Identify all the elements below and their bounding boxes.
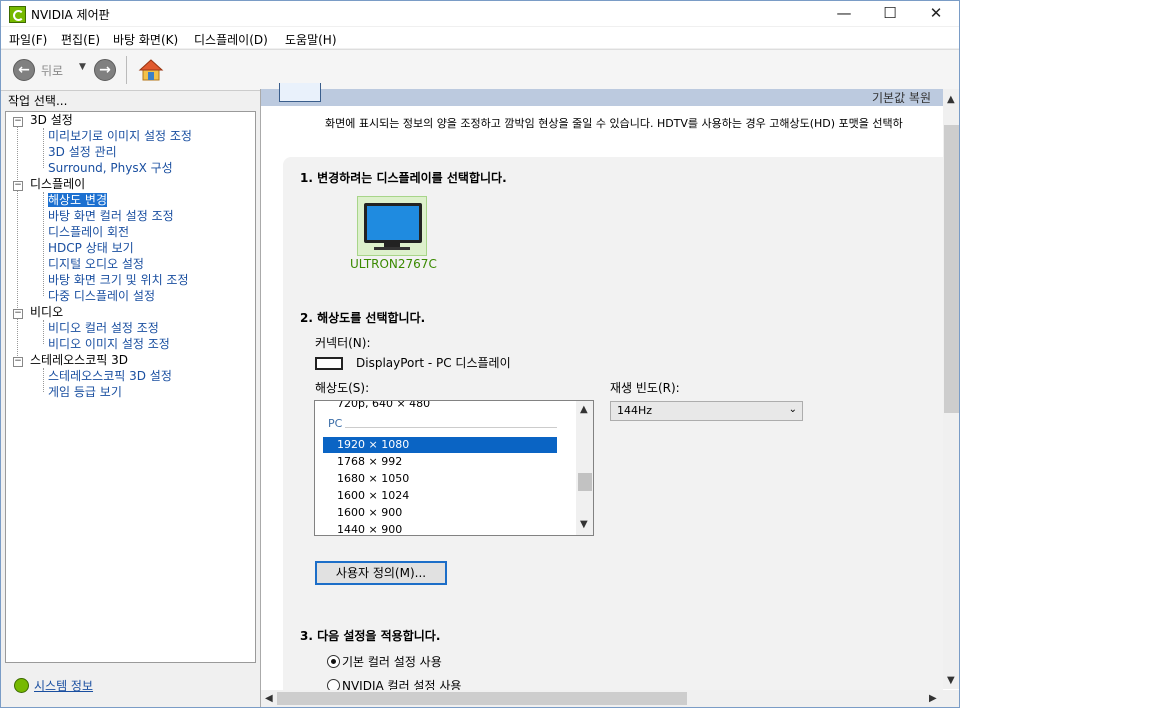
forward-arrow-icon[interactable]: →	[94, 59, 116, 81]
close-button[interactable]: ✕	[913, 1, 959, 26]
tree-item-desktop-color[interactable]: 바탕 화면 컬러 설정 조정	[48, 208, 174, 224]
listbox-scroll-up-icon[interactable]: ▲	[580, 404, 588, 415]
section-apply-settings: 3. 다음 설정을 적용합니다.	[300, 629, 441, 643]
tree-connector	[43, 128, 44, 168]
toolbar: ← 뒤로 ▼ →	[1, 49, 959, 91]
section-select-resolution: 2. 해상도를 선택합니다.	[300, 311, 426, 325]
tree-item-game-ratings[interactable]: 게임 등급 보기	[48, 384, 122, 400]
expander-3d-settings[interactable]: −	[13, 117, 23, 127]
refresh-rate-value: 144Hz	[617, 404, 653, 417]
back-arrow-icon[interactable]: ←	[13, 59, 35, 81]
connector-label: 커넥터(N):	[315, 336, 371, 350]
scroll-left-icon[interactable]: ◀	[265, 693, 273, 704]
display-name: ULTRON2767C	[350, 257, 437, 271]
connector-value: DisplayPort - PC 디스플레이	[356, 356, 511, 370]
task-tree: − 3D 설정 미리보기로 이미지 설정 조정 3D 설정 관리 Surroun…	[5, 111, 256, 663]
tree-category-stereoscopic-3d[interactable]: 스테레오스코픽 3D	[30, 352, 128, 368]
menu-bar: 파일(F) 편집(E) 바탕 화면(K) 디스플레이(D) 도움말(H)	[1, 27, 959, 48]
tree-item-image-preview[interactable]: 미리보기로 이미지 설정 조정	[48, 128, 192, 144]
tree-category-3d-settings[interactable]: 3D 설정	[30, 112, 73, 128]
tree-item-change-resolution-label: 해상도 변경	[48, 193, 108, 207]
tree-connector	[43, 368, 44, 392]
content-horizontal-scrollbar[interactable]: ◀ ▶	[261, 690, 943, 707]
tree-item-manage-3d[interactable]: 3D 설정 관리	[48, 144, 117, 160]
display-page-icon	[279, 83, 321, 102]
tree-item-desktop-size-position[interactable]: 바탕 화면 크기 및 위치 조정	[48, 272, 189, 288]
tree-connector	[17, 121, 18, 366]
menu-desktop[interactable]: 바탕 화면(K)	[113, 31, 178, 48]
size-grip[interactable]	[943, 690, 959, 707]
display-tile[interactable]	[357, 196, 427, 256]
menu-file[interactable]: 파일(F)	[9, 31, 47, 48]
scroll-up-icon[interactable]: ▲	[947, 94, 955, 105]
listbox-scrollbar[interactable]: ▲ ▼	[576, 401, 593, 535]
scroll-right-icon[interactable]: ▶	[929, 693, 937, 704]
radio-default-color-label: 기본 컬러 설정 사용	[342, 655, 442, 669]
tree-category-display[interactable]: 디스플레이	[30, 176, 85, 192]
maximize-button[interactable]: ☐	[867, 1, 913, 26]
window-title: NVIDIA 제어판	[31, 8, 110, 22]
resolution-option[interactable]: 1440 × 900	[337, 521, 402, 535]
refresh-rate-combo[interactable]: 144Hz ⌄	[610, 401, 803, 421]
info-icon	[14, 678, 29, 693]
refresh-rate-label: 재생 빈도(R):	[610, 381, 680, 395]
expander-video[interactable]: −	[13, 309, 23, 319]
expander-stereoscopic[interactable]: −	[13, 357, 23, 367]
minimize-button[interactable]: —	[821, 1, 867, 26]
tree-item-hdcp-status[interactable]: HDCP 상태 보기	[48, 240, 134, 256]
menu-help[interactable]: 도움말(H)	[285, 31, 337, 48]
listbox-scroll-thumb[interactable]	[578, 473, 592, 491]
resolution-option[interactable]: 1600 × 1024	[337, 487, 409, 504]
resolution-option[interactable]: 1600 × 900	[337, 504, 402, 521]
system-info-label[interactable]: 시스템 정보	[34, 677, 93, 694]
resolution-label: 해상도(S):	[315, 381, 370, 395]
tree-connector	[43, 192, 44, 296]
radio-default-color[interactable]	[327, 655, 340, 668]
nvidia-control-panel-window: NVIDIA 제어판 — ☐ ✕ 파일(F) 편집(E) 바탕 화면(K) 디스…	[0, 0, 960, 708]
expander-display[interactable]: −	[13, 181, 23, 191]
section-select-display: 1. 변경하려는 디스플레이를 선택합니다.	[300, 171, 507, 185]
resolution-option[interactable]: 1768 × 992	[337, 453, 402, 470]
nvidia-logo-icon	[9, 6, 26, 23]
customize-button[interactable]: 사용자 정의(M)...	[315, 561, 447, 585]
menu-display[interactable]: 디스플레이(D)	[194, 31, 268, 48]
resolution-group-pc: PC	[328, 417, 343, 430]
tree-item-surround-physx[interactable]: Surround, PhysX 구성	[48, 160, 173, 176]
page-description: 화면에 표시되는 정보의 양을 조정하고 깜박임 현상을 줄일 수 있습니다. …	[325, 117, 903, 130]
menu-edit[interactable]: 편집(E)	[61, 31, 100, 48]
content-pane: 기본값 복원 화면에 표시되는 정보의 양을 조정하고 깜박임 현상을 줄일 수…	[260, 83, 959, 707]
resolution-option[interactable]: 1680 × 1050	[337, 470, 409, 487]
resolution-option[interactable]: 720p, 640 × 480	[337, 401, 430, 412]
back-label[interactable]: 뒤로	[41, 62, 63, 79]
tree-item-digital-audio[interactable]: 디지털 오디오 설정	[48, 256, 144, 272]
back-history-dropdown-icon[interactable]: ▼	[79, 62, 86, 72]
vertical-scroll-thumb[interactable]	[944, 125, 959, 413]
restore-defaults-link[interactable]: 기본값 복원	[872, 89, 931, 106]
task-select-header: 작업 선택...	[8, 94, 68, 108]
resolution-listbox[interactable]: 720p, 640 × 480 PC 1920 × 1080 1768 × 99…	[314, 400, 594, 536]
tree-item-video-color[interactable]: 비디오 컬러 설정 조정	[48, 320, 159, 336]
tree-category-video[interactable]: 비디오	[30, 304, 63, 320]
displayport-icon	[315, 357, 343, 370]
monitor-base	[374, 247, 410, 250]
page-banner: 기본값 복원	[261, 83, 943, 106]
content-vertical-scrollbar[interactable]: ▲ ▼	[943, 89, 959, 689]
listbox-scroll-down-icon[interactable]: ▼	[580, 519, 588, 530]
home-icon[interactable]	[138, 57, 164, 83]
horizontal-scroll-thumb[interactable]	[277, 692, 687, 705]
tree-item-change-resolution[interactable]: 해상도 변경	[48, 192, 108, 208]
tree-item-video-image[interactable]: 비디오 이미지 설정 조정	[48, 336, 170, 352]
chevron-down-icon: ⌄	[788, 404, 797, 415]
tree-connector	[43, 320, 44, 344]
resolution-option-selected[interactable]: 1920 × 1080	[337, 436, 409, 453]
group-divider	[345, 427, 557, 428]
tree-item-multiple-displays[interactable]: 다중 디스플레이 설정	[48, 288, 155, 304]
title-bar: NVIDIA 제어판 — ☐ ✕	[1, 1, 959, 26]
tree-item-stereoscopic-settings[interactable]: 스테레오스코픽 3D 설정	[48, 368, 172, 384]
scroll-down-icon[interactable]: ▼	[947, 675, 955, 686]
monitor-icon	[364, 203, 422, 243]
tree-item-rotate-display[interactable]: 디스플레이 회전	[48, 224, 129, 240]
toolbar-separator	[126, 56, 127, 84]
